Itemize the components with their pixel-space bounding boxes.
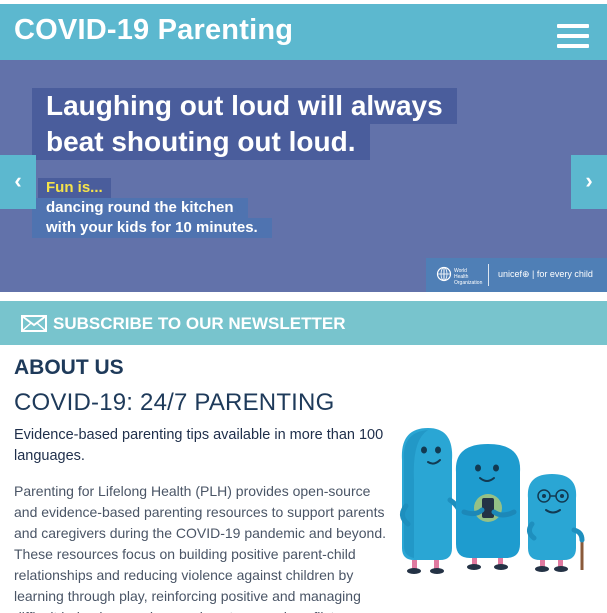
- hamburger-menu-icon[interactable]: [557, 24, 589, 48]
- newsletter-label: SUBSCRIBE TO OUR NEWSLETTER: [53, 314, 346, 333]
- about-lead-text: Evidence-based parenting tips available …: [14, 427, 384, 464]
- who-logo-text: World Health Organization: [454, 268, 483, 286]
- who-logo-icon: [436, 266, 452, 282]
- newsletter-subscribe-button[interactable]: SUBSCRIBE TO OUR NEWSLETTER: [0, 301, 607, 345]
- chevron-left-icon: ‹: [14, 168, 22, 193]
- slide-tip-label: Fun is...: [38, 178, 111, 198]
- about-heading: ABOUT US: [14, 356, 124, 379]
- slide-tip-line-1: dancing round the kitchen: [32, 198, 248, 218]
- slide-headline-line-2: beat shouting out loud.: [32, 124, 370, 160]
- about-body-text: Parenting for Lifelong Health (PLH) prov…: [14, 483, 386, 613]
- about-title: COVID-19: 24/7 PARENTING: [14, 389, 335, 416]
- hero-slider: Laughing out loud will always beat shout…: [0, 60, 607, 292]
- site-title[interactable]: COVID-19 Parenting: [14, 14, 293, 47]
- slider-prev-button[interactable]: ‹: [0, 155, 36, 209]
- unicef-logo-text: unicef⊕ | for every child: [498, 269, 593, 279]
- slide-tip-line-2: with your kids for 10 minutes.: [32, 218, 272, 238]
- envelope-icon: [21, 315, 47, 332]
- family-characters-illustration: [400, 428, 585, 574]
- logo-divider: [488, 264, 489, 286]
- partner-logos: World Health Organization unicef⊕ | for …: [426, 258, 607, 292]
- slide-headline-line-1: Laughing out loud will always: [32, 88, 457, 124]
- site-header: COVID-19 Parenting: [0, 0, 607, 60]
- slider-next-button[interactable]: ›: [571, 155, 607, 209]
- chevron-right-icon: ›: [585, 168, 593, 193]
